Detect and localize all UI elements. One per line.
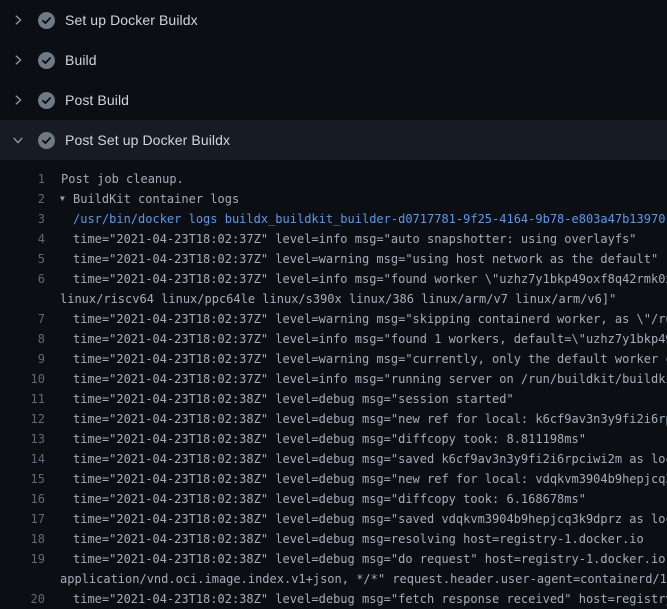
log-line: 10 time="2021-04-23T18:02:37Z" level=inf…: [0, 369, 667, 389]
log-line[interactable]: 2 ▼ BuildKit container logs: [0, 189, 667, 209]
log-line: 11 time="2021-04-23T18:02:38Z" level=deb…: [0, 389, 667, 409]
log-line-text: time="2021-04-23T18:02:38Z" level=debug …: [73, 449, 667, 469]
log-line: 5 time="2021-04-23T18:02:37Z" level=warn…: [0, 249, 667, 269]
log-line-text: BuildKit container logs: [73, 189, 239, 209]
log-line-number[interactable]: 16: [0, 489, 45, 509]
log-line-number[interactable]: 6: [0, 269, 45, 289]
log-line-text: time="2021-04-23T18:02:37Z" level=warnin…: [73, 309, 667, 329]
log-line: linux/riscv64 linux/ppc64le linux/s390x …: [0, 289, 667, 309]
log-line: 12 time="2021-04-23T18:02:38Z" level=deb…: [0, 409, 667, 429]
log-line: 14 time="2021-04-23T18:02:38Z" level=deb…: [0, 449, 667, 469]
log-line-number[interactable]: 2: [0, 189, 45, 209]
log-line-number[interactable]: 14: [0, 449, 45, 469]
log-line-number[interactable]: 20: [0, 589, 45, 609]
log-line: 6 time="2021-04-23T18:02:37Z" level=info…: [0, 269, 667, 289]
check-circle-icon: [38, 52, 55, 69]
chevron-icon: [11, 13, 25, 27]
log-line-text: time="2021-04-23T18:02:37Z" level=info m…: [73, 269, 667, 289]
log-line-number[interactable]: 19: [0, 549, 45, 569]
log-line-number[interactable]: 10: [0, 369, 45, 389]
log-line: 13 time="2021-04-23T18:02:38Z" level=deb…: [0, 429, 667, 449]
step-row-set-up-docker-buildx[interactable]: Set up Docker Buildx: [0, 0, 667, 40]
check-circle-icon: [38, 92, 55, 109]
step-label: Post Build: [65, 92, 129, 108]
log-line-text: time="2021-04-23T18:02:37Z" level=warnin…: [73, 249, 658, 269]
log-line: 16 time="2021-04-23T18:02:38Z" level=deb…: [0, 489, 667, 509]
log-line-text: time="2021-04-23T18:02:37Z" level=warnin…: [73, 349, 667, 369]
log-line: 15 time="2021-04-23T18:02:38Z" level=deb…: [0, 469, 667, 489]
log-line-text: time="2021-04-23T18:02:38Z" level=debug …: [73, 409, 667, 429]
log-line-number[interactable]: 13: [0, 429, 45, 449]
log-line-number[interactable]: 15: [0, 469, 45, 489]
log-panel: 1 Post job cleanup. 2 ▼ BuildKit contain…: [0, 160, 667, 609]
log-line-text: /usr/bin/docker logs buildx_buildkit_bui…: [73, 209, 665, 229]
step-row-post-set-up-docker-buildx[interactable]: Post Set up Docker Buildx: [0, 120, 667, 160]
chevron-icon: [11, 133, 25, 147]
log-line-text: time="2021-04-23T18:02:38Z" level=debug …: [73, 509, 667, 529]
log-line: 17 time="2021-04-23T18:02:38Z" level=deb…: [0, 509, 667, 529]
log-line: 7 time="2021-04-23T18:02:37Z" level=warn…: [0, 309, 667, 329]
log-line-number[interactable]: 9: [0, 349, 45, 369]
log-line-text: time="2021-04-23T18:02:38Z" level=debug …: [73, 489, 586, 509]
chevron-icon: [11, 53, 25, 67]
log-line-number[interactable]: 12: [0, 409, 45, 429]
log-line-number[interactable]: 5: [0, 249, 45, 269]
step-label: Set up Docker Buildx: [65, 12, 198, 28]
log-line: 9 time="2021-04-23T18:02:37Z" level=warn…: [0, 349, 667, 369]
chevron-icon: [11, 93, 25, 107]
log-line-number[interactable]: 4: [0, 229, 45, 249]
step-label: Post Set up Docker Buildx: [65, 132, 230, 148]
check-circle-icon: [38, 132, 55, 149]
log-line-text: time="2021-04-23T18:02:38Z" level=debug …: [73, 469, 667, 489]
log-line: 18 time="2021-04-23T18:02:38Z" level=deb…: [0, 529, 667, 549]
log-line-text: time="2021-04-23T18:02:38Z" level=debug …: [73, 529, 644, 549]
step-row-build[interactable]: Build: [0, 40, 667, 80]
log-line-text: Post job cleanup.: [61, 169, 184, 189]
log-line: 1 Post job cleanup.: [0, 169, 667, 189]
actions-log-viewer: Set up Docker Buildx Build Post Buil: [0, 0, 667, 609]
log-line: 8 time="2021-04-23T18:02:37Z" level=info…: [0, 329, 667, 349]
log-line-text: time="2021-04-23T18:02:38Z" level=debug …: [73, 589, 667, 609]
log-line-text: time="2021-04-23T18:02:37Z" level=info m…: [73, 369, 667, 389]
step-row-post-build[interactable]: Post Build: [0, 80, 667, 120]
log-line: 20 time="2021-04-23T18:02:38Z" level=deb…: [0, 589, 667, 609]
check-circle-icon: [38, 12, 55, 29]
log-line-number[interactable]: 3: [0, 209, 45, 229]
log-line-number[interactable]: 18: [0, 529, 45, 549]
log-line-text: time="2021-04-23T18:02:38Z" level=debug …: [73, 549, 667, 569]
log-line-number[interactable]: 7: [0, 309, 45, 329]
log-line-number[interactable]: 8: [0, 329, 45, 349]
log-line: 4 time="2021-04-23T18:02:37Z" level=info…: [0, 229, 667, 249]
log-line-number[interactable]: 17: [0, 509, 45, 529]
log-line: 19 time="2021-04-23T18:02:38Z" level=deb…: [0, 549, 667, 569]
step-list: Set up Docker Buildx Build Post Buil: [0, 0, 667, 160]
log-line: 3 /usr/bin/docker logs buildx_buildkit_b…: [0, 209, 667, 229]
log-line-text: time="2021-04-23T18:02:37Z" level=info m…: [73, 229, 637, 249]
log-line-text: application/vnd.oci.image.index.v1+json,…: [60, 569, 667, 589]
log-line-number[interactable]: 11: [0, 389, 45, 409]
log-line-number[interactable]: 1: [0, 169, 45, 189]
group-toggle-icon[interactable]: ▼: [60, 189, 65, 209]
log-line: application/vnd.oci.image.index.v1+json,…: [0, 569, 667, 589]
log-line-text: time="2021-04-23T18:02:38Z" level=debug …: [73, 389, 514, 409]
log-line-text: time="2021-04-23T18:02:37Z" level=info m…: [73, 329, 667, 349]
log-line-text: linux/riscv64 linux/ppc64le linux/s390x …: [60, 289, 616, 309]
step-label: Build: [65, 52, 97, 68]
log-line-text: time="2021-04-23T18:02:38Z" level=debug …: [73, 429, 586, 449]
